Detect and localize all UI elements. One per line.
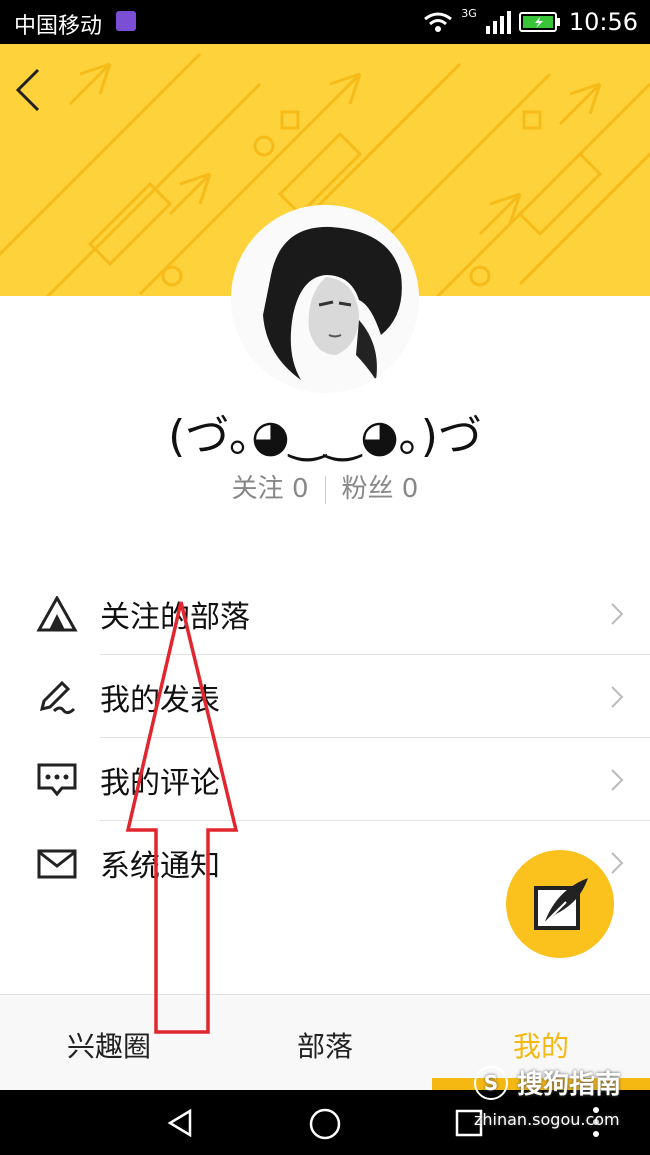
avatar-portrait-image: [231, 205, 419, 393]
pen-icon: [39, 680, 76, 715]
chevron-right-icon: [611, 603, 624, 625]
avatar[interactable]: [231, 205, 419, 393]
menu-item-my-posts[interactable]: 我的发表: [0, 655, 650, 738]
tab-me[interactable]: 我的: [466, 1025, 616, 1065]
clock: 10:56: [568, 8, 638, 36]
nav-back-icon[interactable]: [164, 1107, 196, 1139]
chevron-right-icon: [611, 769, 624, 791]
menu-item-label: 关注的部落: [100, 600, 250, 635]
sim-card-icon: [116, 11, 136, 31]
following-label: 关注: [231, 474, 284, 504]
signal-icon: [485, 11, 511, 34]
menu-item-my-comments[interactable]: 我的评论: [0, 738, 650, 821]
mail-icon: [37, 849, 77, 879]
menu-item-label: 我的评论: [100, 766, 220, 801]
sogou-logo-icon: S: [474, 1065, 508, 1100]
tab-interest-circle[interactable]: 兴趣圈: [34, 1025, 184, 1065]
carrier-name: 中国移动: [14, 14, 103, 39]
wifi-icon: [424, 12, 453, 32]
nav-home-icon[interactable]: [308, 1107, 342, 1141]
chevron-right-icon: [611, 686, 624, 708]
following-link[interactable]: 关注 0: [232, 474, 309, 504]
watermark-url: zhinan.sogou.com: [474, 1110, 620, 1129]
status-icons: 3G 10:56: [423, 6, 638, 38]
compose-feather-icon: [534, 878, 588, 930]
followers-count: 0: [401, 474, 419, 504]
sogou-watermark: S 搜狗指南: [474, 1064, 621, 1101]
tab-tribes[interactable]: 部落: [250, 1025, 400, 1065]
follow-stats: 关注 0 粉丝 0: [0, 468, 650, 505]
stats-divider: [324, 475, 326, 504]
following-count: 0: [291, 474, 309, 504]
menu-item-followed-tribes[interactable]: 关注的部落: [0, 572, 650, 655]
followers-link[interactable]: 粉丝 0: [342, 474, 419, 504]
status-bar: 中国移动 3G 10:56: [0, 0, 650, 44]
watermark-brand: 搜狗指南: [517, 1070, 622, 1100]
menu-item-label: 系统通知: [100, 849, 220, 884]
menu-item-label: 我的发表: [100, 683, 220, 718]
network-type: 3G: [461, 6, 477, 20]
back-button[interactable]: [8, 64, 52, 116]
tent-icon: [36, 596, 78, 632]
compose-fab-button[interactable]: [506, 850, 614, 958]
comment-icon: [37, 763, 77, 797]
battery-icon: [518, 12, 560, 32]
username: (づ｡◕‿‿◕｡)づ: [168, 411, 482, 462]
followers-label: 粉丝: [341, 474, 394, 504]
